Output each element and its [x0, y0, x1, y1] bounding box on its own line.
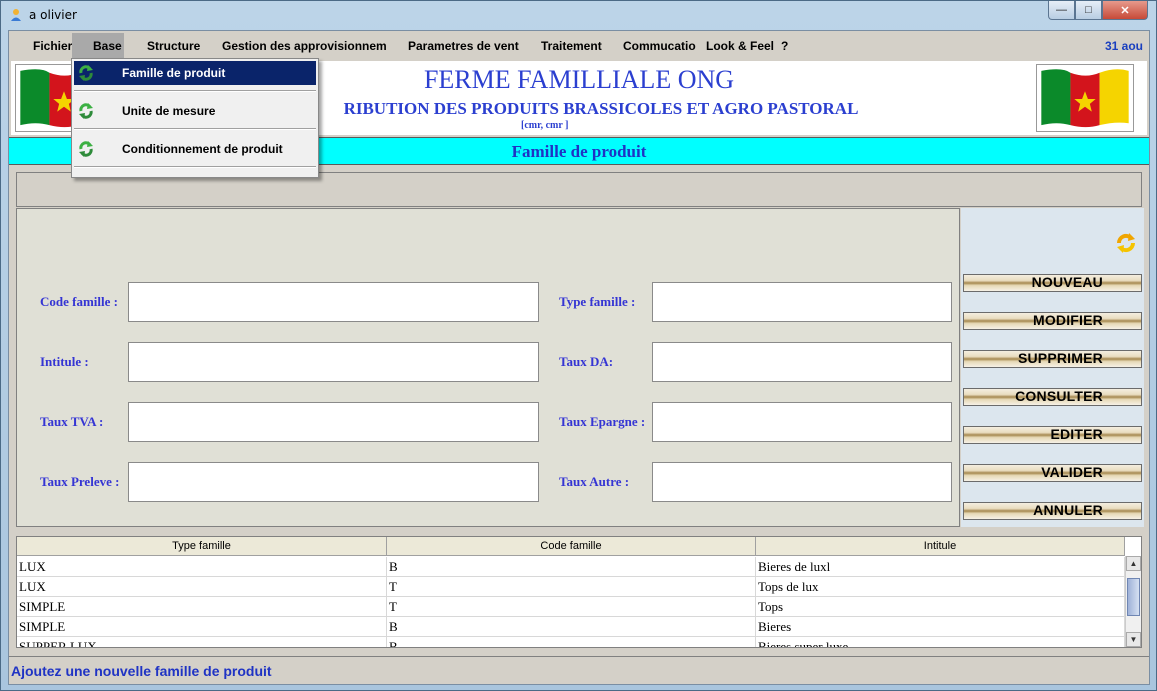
menu-item-label: Unite de mesure: [122, 104, 216, 118]
table-cell: B: [387, 637, 756, 647]
code-famille-input[interactable]: [128, 282, 539, 322]
scroll-thumb[interactable]: [1127, 578, 1140, 616]
valider-button[interactable]: VALIDER: [963, 464, 1142, 482]
famille-table: Type famille Code famille Intitule LUX B…: [16, 536, 1142, 648]
taux-tva-label: Taux TVA :: [40, 414, 104, 429]
menu-help[interactable]: ?: [781, 39, 788, 53]
menu-gestion-approvisionnement[interactable]: Gestion des approvisionneme: [222, 39, 387, 53]
scroll-up-icon[interactable]: ▲: [1126, 556, 1141, 571]
menu-base[interactable]: Base: [72, 33, 124, 59]
taux-autre-input[interactable]: [652, 462, 952, 502]
taux-preleve-input[interactable]: [128, 462, 539, 502]
table-cell: T: [387, 577, 756, 597]
supprimer-button[interactable]: SUPPRIMER: [963, 350, 1142, 368]
maximize-icon: □: [1085, 4, 1092, 16]
title-bar[interactable]: a olivier — □ ✕: [1, 1, 1156, 30]
refresh-green-icon: [79, 103, 93, 119]
menu-communication[interactable]: Commucatio: [623, 39, 699, 53]
table-cell: SIMPLE: [17, 597, 387, 617]
status-message: Ajoutez une nouvelle famille de produit: [11, 663, 272, 679]
menu-structure[interactable]: Structure: [147, 39, 200, 53]
refresh-green-icon: [79, 65, 93, 81]
status-bar: Ajoutez une nouvelle famille de produit: [9, 656, 1149, 684]
minimize-icon: —: [1056, 4, 1067, 16]
table-row[interactable]: LUX B Bieres de luxl: [17, 557, 1125, 577]
table-cell: SUPPER LUX: [17, 637, 387, 647]
menu-separator: [74, 166, 316, 168]
user-icon: [11, 9, 21, 21]
refresh-icon[interactable]: [1115, 232, 1137, 254]
table-cell: LUX: [17, 577, 387, 597]
menu-look-feel[interactable]: Look & Feel: [706, 39, 774, 53]
table-cell: Bieres: [756, 617, 1125, 637]
scroll-down-icon[interactable]: ▼: [1126, 632, 1141, 647]
close-icon: ✕: [1120, 4, 1130, 17]
menu-separator: [74, 128, 316, 130]
modifier-button[interactable]: MODIFIER: [963, 312, 1142, 330]
editer-button[interactable]: EDITER: [963, 426, 1142, 444]
company-address: [cmr, cmr ]: [521, 120, 569, 131]
date-display: 31 aou: [1104, 39, 1143, 53]
menu-item-famille-produit[interactable]: Famille de produit: [74, 61, 316, 85]
menu-item-label: Famille de produit: [122, 66, 226, 80]
table-scrollbar[interactable]: ▲ ▼: [1125, 556, 1141, 647]
table-cell: Bieres super luxe: [756, 637, 1125, 647]
table-cell: Tops: [756, 597, 1125, 617]
table-row[interactable]: SUPPER LUX B Bieres super luxe: [17, 637, 1125, 647]
taux-epargne-label: Taux Epargne :: [559, 414, 646, 429]
menu-parametres-vente[interactable]: Parametres de vent: [408, 39, 528, 53]
intitule-input[interactable]: [128, 342, 539, 382]
column-header-intitule[interactable]: Intitule: [756, 537, 1125, 556]
type-famille-input[interactable]: [652, 282, 952, 322]
table-row[interactable]: LUX T Tops de lux: [17, 577, 1125, 597]
menu-item-label: Conditionnement de produit: [122, 142, 283, 156]
form-panel: Code famille : Intitule : Taux TVA : Tau…: [16, 208, 960, 527]
base-menu-dropdown: Famille de produit Unite de mesure Condi…: [71, 58, 319, 178]
taux-da-input[interactable]: [652, 342, 952, 382]
table-header: Type famille Code famille Intitule: [17, 537, 1125, 556]
menu-separator: [74, 90, 316, 92]
taux-preleve-label: Taux Preleve :: [40, 474, 120, 489]
menu-bar: Fichier Base Structure Gestion des appro…: [9, 31, 1149, 59]
code-famille-label: Code famille :: [40, 294, 118, 309]
maximize-button[interactable]: □: [1075, 1, 1102, 20]
intitule-label: Intitule :: [40, 354, 89, 369]
action-panel: NOUVEAU MODIFIER SUPPRIMER CONSULTER EDI…: [961, 208, 1144, 527]
table-cell: B: [387, 617, 756, 637]
app-window: a olivier — □ ✕ Fichier Base Structure G…: [0, 0, 1157, 691]
column-header-type-famille[interactable]: Type famille: [17, 537, 387, 556]
column-header-code-famille[interactable]: Code famille: [387, 537, 756, 556]
table-row[interactable]: SIMPLE T Tops: [17, 597, 1125, 617]
close-button[interactable]: ✕: [1102, 1, 1148, 20]
table-row[interactable]: SIMPLE B Bieres: [17, 617, 1125, 637]
minimize-button[interactable]: —: [1048, 1, 1075, 20]
menu-item-conditionnement-produit[interactable]: Conditionnement de produit: [74, 137, 316, 161]
table-cell: SIMPLE: [17, 617, 387, 637]
taux-epargne-input[interactable]: [652, 402, 952, 442]
table-cell: Bieres de luxl: [756, 557, 1125, 577]
window-title: a olivier: [29, 8, 77, 22]
taux-da-label: Taux DA:: [559, 354, 614, 369]
table-cell: B: [387, 557, 756, 577]
table-cell: T: [387, 597, 756, 617]
table-cell: LUX: [17, 557, 387, 577]
annuler-button[interactable]: ANNULER: [963, 502, 1142, 520]
consulter-button[interactable]: CONSULTER: [963, 388, 1142, 406]
menu-fichier[interactable]: Fichier: [33, 39, 72, 53]
refresh-green-icon: [79, 141, 93, 157]
taux-tva-input[interactable]: [128, 402, 539, 442]
menu-traitement[interactable]: Traitement: [541, 39, 603, 53]
table-cell: Tops de lux: [756, 577, 1125, 597]
type-famille-label: Type famille :: [559, 294, 636, 309]
taux-autre-label: Taux Autre :: [559, 474, 630, 489]
menu-item-unite-mesure[interactable]: Unite de mesure: [74, 99, 316, 123]
nouveau-button[interactable]: NOUVEAU: [963, 274, 1142, 292]
